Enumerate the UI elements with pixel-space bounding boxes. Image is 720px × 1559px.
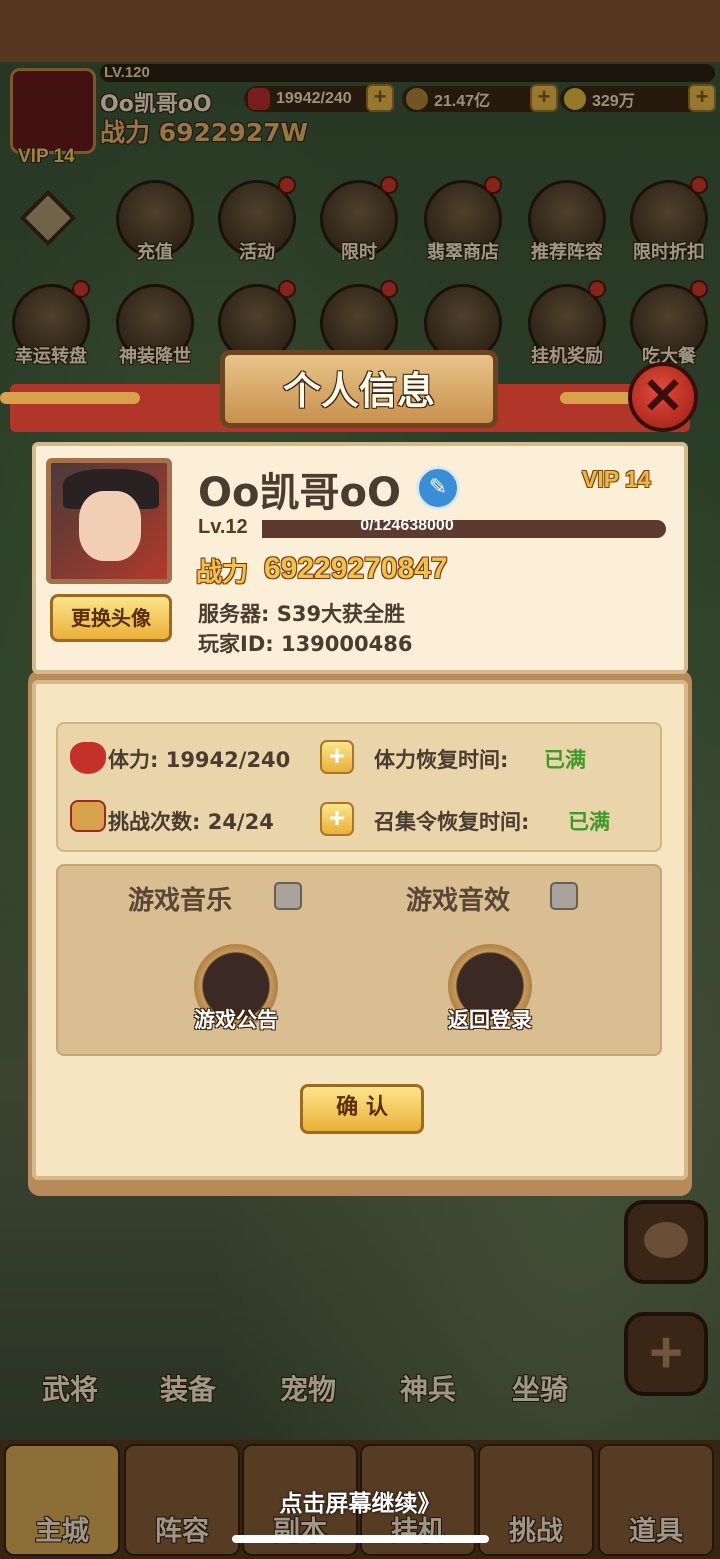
stamina-heart-icon	[70, 742, 106, 774]
game-music-checkbox[interactable]	[274, 882, 302, 910]
game-notice-label[interactable]: 游戏公告	[166, 1004, 306, 1034]
add-stamina-button[interactable]: +	[320, 740, 354, 774]
vip-badge: VIP 14	[582, 466, 651, 492]
change-avatar-button[interactable]: 更换头像	[50, 594, 172, 642]
game-sound-checkbox[interactable]	[550, 882, 578, 910]
summon-recover-label: 召集令恢复时间:	[374, 810, 530, 834]
summon-recover-status: 已满	[568, 810, 610, 834]
tap-to-continue-hint: 点击屏幕继续》	[279, 1491, 441, 1517]
power-value: 69229270847	[264, 552, 448, 585]
add-challenge-button[interactable]: +	[320, 802, 354, 836]
spear-left-decoration	[0, 392, 140, 404]
edit-name-icon[interactable]: ✎	[416, 466, 460, 510]
challenge-badge-icon	[70, 800, 106, 832]
stamina-recover-status: 已满	[544, 748, 586, 772]
player-name: Oo凯哥oO	[198, 470, 401, 516]
modal-title: 个人信息	[282, 369, 435, 413]
confirm-button[interactable]: 确 认	[300, 1084, 424, 1134]
server-info: 服务器: S39大获全胜	[198, 602, 406, 626]
stamina-label: 体力: 19942/240	[108, 748, 291, 772]
exp-text: 0/124638000	[360, 517, 454, 534]
back-login-label[interactable]: 返回登录	[420, 1004, 560, 1034]
stamina-recover-label: 体力恢复时间:	[374, 748, 509, 772]
game-music-label: 游戏音乐	[128, 886, 233, 916]
challenge-count-label: 挑战次数: 24/24	[108, 810, 274, 834]
avatar-face	[79, 491, 141, 561]
player-avatar	[46, 458, 172, 584]
close-icon[interactable]: ✕	[628, 362, 698, 432]
home-indicator[interactable]	[232, 1535, 489, 1543]
game-sound-label: 游戏音效	[406, 886, 511, 916]
power-label: 战力	[196, 558, 249, 588]
player-level: Lv.12	[198, 516, 248, 538]
player-id: 玩家ID: 139000486	[198, 632, 413, 656]
